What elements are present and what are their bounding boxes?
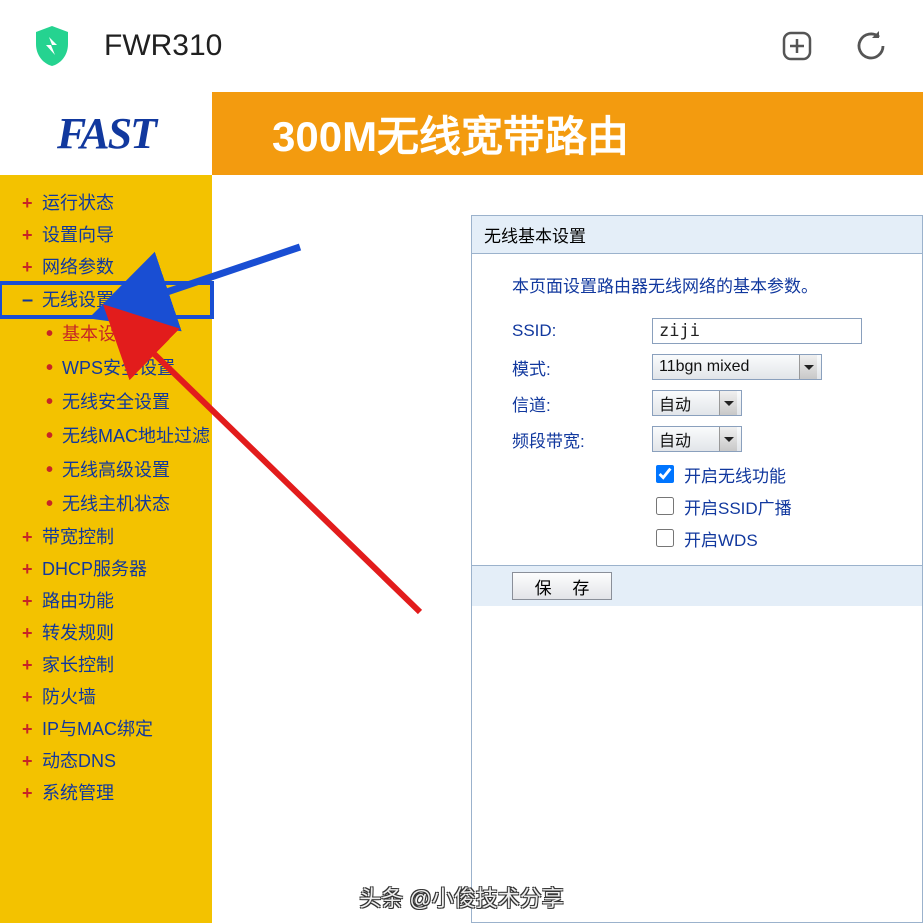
sidebar-item-ipmac[interactable]: +IP与MAC绑定 (0, 713, 212, 745)
save-button[interactable]: 保 存 (512, 572, 612, 600)
sidebar-item-wizard[interactable]: +设置向导 (0, 219, 212, 251)
label-enable-ssid: 开启SSID广播 (684, 494, 792, 519)
sidebar-sub-basic[interactable]: •基本设置 (0, 317, 212, 351)
select-channel[interactable]: 自动 (652, 390, 742, 416)
sidebar-sub-advanced[interactable]: •无线高级设置 (0, 453, 212, 487)
plus-icon: + (22, 258, 34, 276)
plus-icon: + (22, 656, 34, 674)
minus-icon: – (22, 290, 34, 310)
wireless-panel: 无线基本设置 本页面设置路由器无线网络的基本参数。 SSID: 模式: 11bg… (471, 215, 923, 923)
bullet-icon: • (46, 494, 56, 514)
row-enable-wds: 开启WDS (512, 525, 922, 551)
sidebar-item-ddns[interactable]: +动态DNS (0, 745, 212, 777)
select-mode[interactable]: 11bgn mixed (652, 354, 822, 380)
sidebar-item-routing[interactable]: +路由功能 (0, 585, 212, 617)
chevron-down-icon (719, 391, 737, 415)
sidebar-item-status[interactable]: +运行状态 (0, 187, 212, 219)
label-ssid: SSID: (512, 321, 652, 341)
logo-box: FAST (0, 92, 212, 175)
row-enable-ssid: 开启SSID广播 (512, 493, 922, 519)
plus-icon: + (22, 528, 34, 546)
bullet-icon: • (46, 392, 56, 412)
banner: FAST 300M无线宽带路由 (0, 92, 923, 175)
bullet-icon: • (46, 358, 56, 378)
plus-icon: + (22, 752, 34, 770)
chevron-down-icon (799, 355, 817, 379)
row-channel: 信道: 自动 (512, 389, 922, 417)
label-enable-wireless: 开启无线功能 (684, 462, 786, 487)
row-enable-wireless: 开启无线功能 (512, 461, 922, 487)
label-mode: 模式: (512, 355, 652, 380)
watermark-caption: 头条 @小俊技术分享 (359, 881, 563, 913)
input-ssid[interactable] (652, 318, 862, 344)
sidebar-sub-mac[interactable]: •无线MAC地址过滤 (0, 419, 212, 453)
sidebar-sub-security[interactable]: •无线安全设置 (0, 385, 212, 419)
plus-icon: + (22, 624, 34, 642)
sidebar: +运行状态 +设置向导 +网络参数 –无线设置 •基本设置 •WPS安全设置 •… (0, 175, 212, 923)
plus-icon: + (22, 720, 34, 738)
plus-icon: + (22, 560, 34, 578)
panel-body: 本页面设置路由器无线网络的基本参数。 SSID: 模式: 11bgn mixed… (472, 254, 922, 551)
sidebar-sub-clients[interactable]: •无线主机状态 (0, 487, 212, 521)
row-ssid: SSID: (512, 317, 922, 345)
label-bandwidth: 频段带宽: (512, 427, 652, 452)
plus-icon: + (22, 592, 34, 610)
content: 无线基本设置 本页面设置路由器无线网络的基本参数。 SSID: 模式: 11bg… (212, 175, 923, 923)
sidebar-item-parental[interactable]: +家长控制 (0, 649, 212, 681)
bookmark-add-icon[interactable] (775, 24, 819, 68)
panel-header: 无线基本设置 (472, 216, 922, 254)
sidebar-item-system[interactable]: +系统管理 (0, 777, 212, 809)
sidebar-item-network[interactable]: +网络参数 (0, 251, 212, 283)
sidebar-item-bandwidth[interactable]: +带宽控制 (0, 521, 212, 553)
checkbox-enable-wireless[interactable] (656, 465, 674, 483)
label-channel: 信道: (512, 391, 652, 416)
plus-icon: + (22, 194, 34, 212)
checkbox-enable-ssid[interactable] (656, 497, 674, 515)
plus-icon: + (22, 688, 34, 706)
panel-description: 本页面设置路由器无线网络的基本参数。 (512, 272, 922, 297)
sidebar-item-wireless[interactable]: –无线设置 (0, 283, 212, 317)
reload-icon[interactable] (849, 24, 893, 68)
sidebar-item-firewall[interactable]: +防火墙 (0, 681, 212, 713)
page-title: FWR310 (104, 29, 745, 63)
banner-title: 300M无线宽带路由 (212, 92, 923, 175)
sidebar-item-forwarding[interactable]: +转发规则 (0, 617, 212, 649)
logo-text: FAST (57, 108, 155, 159)
plus-icon: + (22, 784, 34, 802)
panel-footer: 保 存 (472, 565, 922, 606)
browser-bar: FWR310 (0, 0, 923, 92)
main: +运行状态 +设置向导 +网络参数 –无线设置 •基本设置 •WPS安全设置 •… (0, 175, 923, 923)
sidebar-item-dhcp[interactable]: +DHCP服务器 (0, 553, 212, 585)
bullet-icon: • (46, 460, 56, 480)
row-mode: 模式: 11bgn mixed (512, 353, 922, 381)
label-enable-wds: 开启WDS (684, 526, 758, 551)
plus-icon: + (22, 226, 34, 244)
checkbox-enable-wds[interactable] (656, 529, 674, 547)
row-bandwidth: 频段带宽: 自动 (512, 425, 922, 453)
shield-icon (30, 24, 74, 68)
bullet-icon: • (46, 324, 56, 344)
chevron-down-icon (719, 427, 737, 451)
sidebar-sub-wps[interactable]: •WPS安全设置 (0, 351, 212, 385)
select-bandwidth[interactable]: 自动 (652, 426, 742, 452)
bullet-icon: • (46, 426, 56, 446)
